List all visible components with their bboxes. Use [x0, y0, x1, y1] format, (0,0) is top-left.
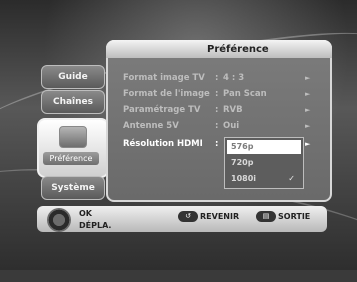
tv-screen: Guide Chaînes Préférence Système Préfére…: [0, 0, 357, 282]
option-label: 1080i: [231, 174, 257, 183]
setting-label: Format de l'image: [123, 89, 210, 99]
revenir-label: REVENIR: [200, 212, 240, 221]
back-button-icon[interactable]: ↺: [178, 211, 198, 222]
check-icon: ✓: [288, 174, 295, 183]
setting-label: Résolution HDMI: [123, 139, 203, 149]
setting-separator: :: [215, 121, 219, 131]
tab-preference[interactable]: Préférence: [37, 118, 109, 178]
panel-title: Préférence: [207, 44, 269, 55]
resolution-dropdown[interactable]: 576p 720p 1080i ✓: [224, 137, 304, 189]
dpad-icon: [47, 208, 71, 232]
setting-label: Antenne 5V: [123, 121, 179, 131]
resolution-option-576p[interactable]: 576p: [227, 140, 301, 154]
option-label: 720p: [231, 158, 254, 167]
ok-label: OK: [79, 209, 92, 218]
resolution-option-720p[interactable]: 720p: [227, 156, 301, 170]
setting-value: 4 : 3: [223, 73, 245, 83]
preference-icon: [59, 126, 87, 148]
exit-button-icon[interactable]: ▤: [256, 211, 276, 222]
tab-preference-label: Préférence: [43, 152, 99, 165]
arrow-right-icon: ►: [305, 140, 311, 148]
setting-value: RVB: [223, 105, 243, 115]
tab-guide[interactable]: Guide: [41, 65, 105, 89]
setting-label: Paramétrage TV: [123, 105, 201, 115]
depla-label: DÉPLA.: [79, 221, 112, 230]
arrow-right-icon: ►: [305, 106, 311, 114]
sortie-label: SORTIE: [278, 212, 311, 221]
setting-value: Pan Scan: [223, 89, 267, 99]
arrow-right-icon: ►: [305, 90, 311, 98]
setting-separator: :: [215, 73, 219, 83]
setting-separator: :: [215, 105, 219, 115]
resolution-option-1080i[interactable]: 1080i ✓: [227, 172, 301, 186]
option-label: 576p: [231, 142, 254, 151]
tab-chaines[interactable]: Chaînes: [41, 90, 105, 114]
setting-value: Oui: [223, 121, 240, 131]
setting-separator: :: [215, 139, 219, 149]
setting-label: Format image TV: [123, 73, 205, 83]
setting-separator: :: [215, 89, 219, 99]
tab-systeme[interactable]: Système: [41, 176, 105, 200]
arrow-right-icon: ►: [305, 122, 311, 130]
arrow-right-icon: ►: [305, 74, 311, 82]
